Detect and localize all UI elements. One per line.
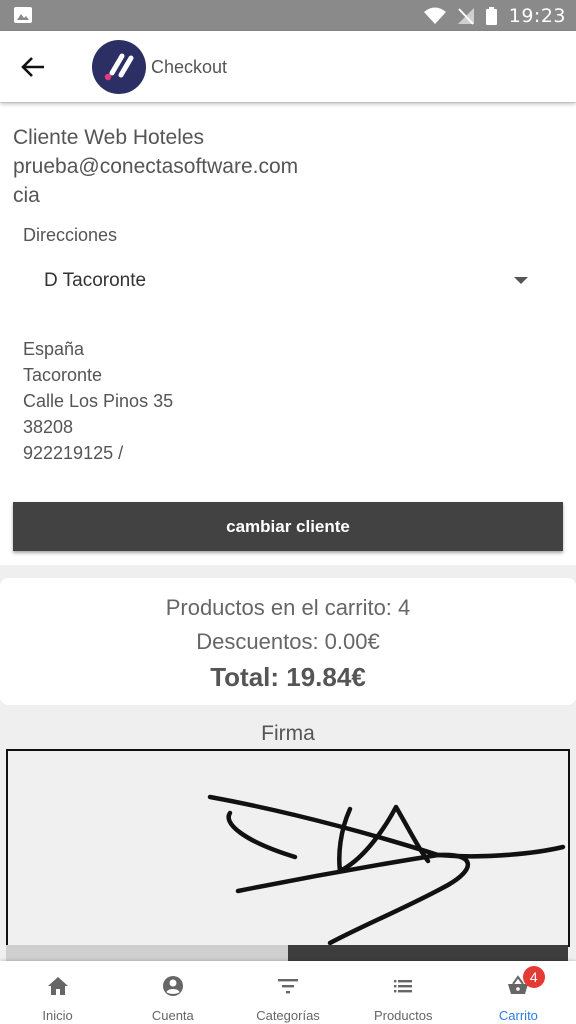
nav-label: Productos [373, 1008, 433, 1023]
products-count: Productos en el carrito: 4 [165, 595, 411, 620]
page-title: Checkout [151, 57, 228, 77]
client-email: prueba@conectasoftware.com [13, 155, 299, 178]
client-company: cia [13, 184, 40, 207]
no-signal-icon [457, 7, 474, 25]
bottom-nav: Inicio Cuenta Categorías Productos 4 Car… [0, 961, 576, 1024]
discounts: Descuentos: 0.00€ [196, 629, 380, 654]
cart-summary: Productos en el carrito: 4 Descuentos: 0… [0, 578, 576, 705]
clear-signature-area [6, 945, 288, 961]
signature-pad[interactable] [6, 749, 570, 947]
signature-drawing [207, 794, 566, 946]
signature-label: Firma [261, 722, 315, 745]
nav-item-carrito[interactable]: 4 Carrito [461, 961, 576, 1024]
total: Total: 19.84€ [210, 662, 366, 692]
wifi-icon [423, 7, 446, 24]
address-select[interactable]: D Tacoronte [23, 261, 548, 303]
address-country: España [23, 339, 85, 359]
nav-label: Carrito [498, 1008, 538, 1023]
arrow-back-icon [21, 57, 44, 77]
address-postal-code: 38208 [23, 417, 74, 437]
address-select-value: D Tacoronte [44, 270, 147, 291]
change-client-button[interactable]: cambiar cliente [13, 502, 563, 551]
status-bar: 19:23 [0, 0, 576, 31]
client-card: Cliente Web Hoteles prueba@conectasoftwa… [0, 103, 576, 565]
list-icon [394, 980, 413, 993]
status-time: 19:23 [508, 4, 566, 27]
nav-item-productos[interactable]: Productos [346, 961, 461, 1024]
address-phone: 922219125 / [23, 443, 124, 463]
image-icon [14, 7, 32, 23]
back-button[interactable] [14, 51, 52, 83]
address-city: Tacoronte [23, 365, 103, 385]
client-name: Cliente Web Hoteles [13, 126, 205, 149]
addresses-label: Direcciones [23, 225, 118, 245]
nav-label: Categorías [256, 1008, 320, 1023]
app-logo [92, 40, 146, 94]
dropdown-caret-icon [514, 277, 528, 284]
filter-icon [278, 979, 298, 994]
nav-label: Inicio [42, 1008, 73, 1023]
home-icon [47, 977, 68, 995]
nav-item-inicio[interactable]: Inicio [0, 961, 115, 1024]
confirm-button-area [288, 945, 568, 961]
nav-item-cuenta[interactable]: Cuenta [115, 961, 230, 1024]
address-street: Calle Los Pinos 35 [23, 391, 174, 411]
nav-item-categorias[interactable]: Categorías [230, 961, 345, 1024]
nav-label: Cuenta [151, 1008, 194, 1023]
app-bar: Checkout [0, 31, 576, 102]
cart-badge: 4 [522, 966, 545, 988]
account-icon [162, 976, 183, 996]
battery-icon [485, 6, 497, 25]
